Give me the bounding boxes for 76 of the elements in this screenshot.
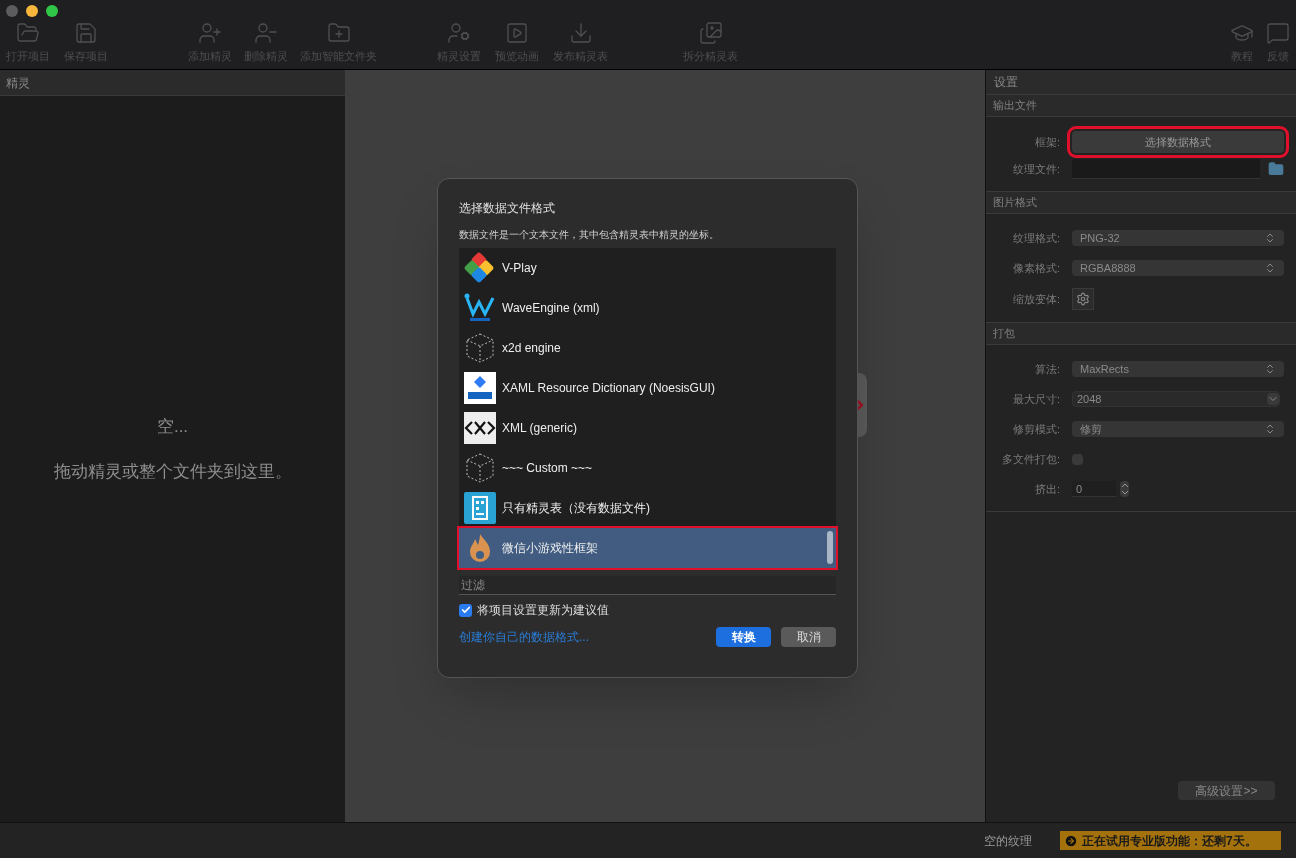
zoom-window-button[interactable]	[46, 5, 58, 17]
format-list-item[interactable]: V-Play	[459, 248, 836, 288]
folder-plus-icon	[326, 21, 351, 45]
xml-tag-icon	[464, 412, 496, 444]
sheet-icon	[464, 492, 496, 524]
panel-title: 精灵	[6, 74, 30, 92]
chevron-down-icon[interactable]	[1267, 393, 1279, 405]
download-icon	[568, 21, 593, 45]
gear-button[interactable]	[1072, 288, 1094, 310]
field-label: 像素格式:	[1011, 260, 1060, 276]
up-down-chevron-icon	[1120, 482, 1129, 496]
create-format-link[interactable]: 创建你自己的数据格式...	[459, 628, 589, 646]
checkbox-label: 将项目设置更新为建议值	[477, 602, 609, 619]
select-field[interactable]: PNG-32	[1072, 230, 1284, 246]
field-label: 缩放变体:	[1011, 291, 1060, 307]
colorful-diamond-icon	[464, 252, 496, 284]
select-field[interactable]: MaxRects	[1072, 361, 1284, 377]
folder-icon[interactable]	[1268, 161, 1284, 177]
section-title: 打包	[993, 326, 1015, 342]
dashed-cube-icon	[464, 332, 496, 364]
dashed-cube-icon	[464, 452, 496, 484]
up-down-chevron-icon	[1264, 232, 1276, 244]
user-plus-icon	[198, 21, 222, 45]
advanced-settings-button[interactable]: 高级设置>>	[1178, 781, 1275, 800]
dialog-title: 选择数据文件格式	[459, 200, 556, 217]
format-list-item[interactable]: XML (generic)	[459, 408, 836, 448]
speech-bubble-icon	[1266, 21, 1290, 45]
size-combo-field[interactable]: 2048	[1072, 391, 1280, 407]
wave-icon	[464, 292, 496, 324]
stepper-control[interactable]	[1120, 481, 1129, 497]
gear-icon	[1076, 292, 1090, 306]
select-field[interactable]: RGBA8888	[1072, 260, 1284, 276]
field-label: 纹理文件:	[1011, 161, 1060, 177]
dialog-description: 数据文件是一个文本文件，其中包含精灵表中精灵的坐标。	[459, 228, 720, 242]
field-label: 修剪模式:	[1011, 421, 1060, 437]
field-label: 纹理格式:	[1011, 230, 1060, 246]
panel-title: 设置	[994, 74, 1018, 91]
images-icon	[698, 21, 723, 45]
field-label: 挤出:	[1033, 481, 1060, 497]
trial-text: 正在试用专业版功能：还剩7天。	[1082, 832, 1257, 850]
empty-title: 空...	[156, 415, 189, 438]
up-down-chevron-icon	[1264, 423, 1276, 435]
format-list-item[interactable]: 只有精灵表（没有数据文件)	[459, 488, 836, 528]
number-field[interactable]: 0	[1072, 481, 1116, 497]
up-down-chevron-icon	[1264, 262, 1276, 274]
format-list-item[interactable]: XAML Resource Dictionary (NoesisGUI)	[459, 368, 836, 408]
minimize-window-button[interactable]	[26, 5, 38, 17]
arrow-right-icon	[1064, 833, 1078, 848]
texture-status: 空的纹理	[984, 832, 1032, 850]
cancel-button[interactable]: 取消	[781, 627, 836, 647]
scrollbar-thumb[interactable]	[827, 531, 833, 564]
user-gear-icon	[447, 21, 471, 45]
empty-hint: 拖动精灵或整个文件夹到这里。	[53, 461, 292, 483]
section-title: 图片格式	[993, 195, 1037, 211]
folder-icon	[16, 21, 40, 45]
select-field[interactable]: 修剪	[1072, 421, 1284, 437]
format-list-item[interactable]: ~~~ Custom ~~~	[459, 448, 836, 488]
filter-field[interactable]: 过滤	[459, 576, 836, 595]
convert-button[interactable]: 转换	[716, 627, 771, 647]
update-checkbox[interactable]	[459, 603, 472, 617]
user-minus-icon	[254, 21, 278, 45]
format-list-item[interactable]: 微信小游戏性框架	[459, 528, 836, 568]
file-field[interactable]	[1072, 159, 1260, 179]
check-icon	[460, 605, 471, 615]
field-label: 最大尺寸:	[1011, 391, 1060, 407]
trial-banner[interactable]: 正在试用专业版功能：还剩7天。	[1060, 831, 1281, 850]
field-label: 算法:	[1033, 361, 1060, 377]
close-window-button[interactable]	[6, 5, 18, 17]
section-title: 输出文件	[993, 98, 1037, 114]
field-label: 框架:	[1033, 134, 1060, 150]
format-list-item[interactable]: WaveEngine (xml)	[459, 288, 836, 328]
up-down-chevron-icon	[1264, 363, 1276, 375]
xaml-logo-icon	[464, 372, 496, 404]
field-label: 多文件打包:	[1000, 451, 1060, 467]
format-list-item[interactable]: x2d engine	[459, 328, 836, 368]
film-play-icon	[505, 21, 529, 45]
